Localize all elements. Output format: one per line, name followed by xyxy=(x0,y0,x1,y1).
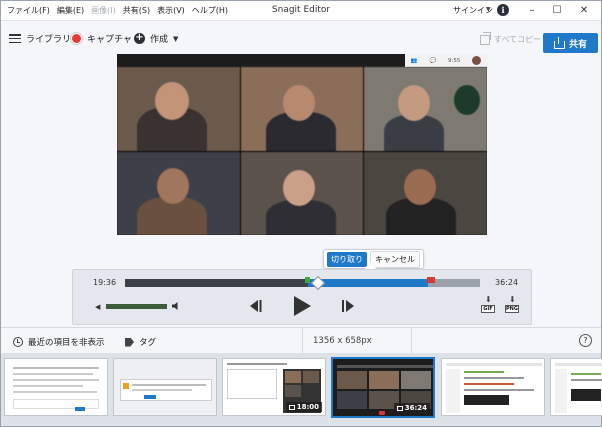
library-label: ライブラリ xyxy=(26,35,72,45)
participant-tile xyxy=(364,151,487,235)
download-icon: ⬇ xyxy=(485,295,492,304)
divider xyxy=(411,328,412,354)
video-preview[interactable]: 👥 💬 9:55 xyxy=(117,54,487,235)
after-selection xyxy=(428,279,480,287)
export-gif-button[interactable]: ⬇ GIF xyxy=(481,296,495,314)
create-button[interactable]: + 作成 ▼ xyxy=(134,32,178,45)
video-clock: 9:55 xyxy=(448,57,461,64)
video-duration-badge: 18:00 xyxy=(285,402,322,412)
film-icon xyxy=(288,404,295,410)
cancel-button[interactable]: キャンセル xyxy=(370,250,420,268)
participant-tile xyxy=(117,67,240,151)
participant-tile xyxy=(240,151,364,235)
trim-popover: 切り取り キャンセル xyxy=(323,249,424,269)
tray-thumbnail[interactable]: 18:00 xyxy=(222,358,326,416)
trim-end-handle[interactable] xyxy=(427,277,435,283)
tag-label: タグ xyxy=(139,338,157,348)
previous-frame-icon[interactable] xyxy=(247,299,263,313)
video-player-controls: 19:36 36:24 ◀ ⬇ GIF ⬇ PNG xyxy=(72,269,532,325)
create-label: 作成 xyxy=(150,35,169,45)
status-bar: 最近の項目を非表示 タグ 1356 x 658px ? xyxy=(1,327,601,354)
start-time: 19:36 xyxy=(93,278,117,287)
tag-button[interactable]: タグ xyxy=(125,336,156,348)
participant-tile xyxy=(117,151,240,235)
participant-tile xyxy=(364,67,487,151)
info-icon[interactable]: i xyxy=(497,4,509,16)
hide-recent-label: 最近の項目を非表示 xyxy=(28,338,105,348)
menu-icon xyxy=(9,34,21,43)
share-button[interactable]: 共有 xyxy=(543,33,598,53)
chat-icon: 💬 xyxy=(429,57,437,64)
main-toolbar: ライブラリ キャプチャ + 作成 ▼ すべてコピー 共有 xyxy=(1,22,601,54)
menu-edit[interactable]: 編集(E) xyxy=(57,5,84,16)
snagit-editor-window: ファイル(F) 編集(E) 画像(I) 共有(S) 表示(V) ヘルプ(H) S… xyxy=(0,0,602,427)
clock-icon xyxy=(13,337,23,347)
image-dimensions: 1356 x 658px xyxy=(313,336,372,346)
video-duration-badge: 36:24 xyxy=(393,403,430,413)
copy-all-label: すべてコピー xyxy=(494,35,542,44)
tray-thumbnail-selected[interactable]: 36:24 xyxy=(331,357,435,418)
help-icon[interactable]: ? xyxy=(579,334,592,347)
chevron-down-icon: ▼ xyxy=(173,34,179,43)
share-icon xyxy=(553,37,565,49)
next-frame-icon[interactable] xyxy=(341,299,357,313)
play-icon[interactable] xyxy=(291,295,313,317)
menu-view[interactable]: 表示(V) xyxy=(157,5,185,16)
tray-thumbnail[interactable] xyxy=(441,358,545,416)
hide-recent-button[interactable]: 最近の項目を非表示 xyxy=(13,336,105,348)
export-png-button[interactable]: ⬇ PNG xyxy=(505,296,519,314)
plus-icon: + xyxy=(134,32,145,44)
recent-captures-tray: 18:00 36:24 xyxy=(1,353,602,426)
record-icon xyxy=(71,33,82,44)
volume-slider[interactable] xyxy=(106,304,167,309)
volume-min-icon: ◀ xyxy=(95,303,101,311)
end-time: 36:24 xyxy=(495,278,519,287)
close-button[interactable]: ✕ xyxy=(575,3,593,19)
cut-button[interactable]: 切り取り xyxy=(327,251,367,267)
duration: 18:00 xyxy=(296,403,319,411)
tray-thumbnail[interactable] xyxy=(4,358,108,416)
library-button[interactable]: ライブラリ xyxy=(9,32,71,45)
menu-file[interactable]: ファイル(F) xyxy=(7,5,50,16)
trim-start-handle[interactable] xyxy=(305,277,310,283)
video-call-topbar: 👥 💬 9:55 xyxy=(405,54,487,67)
participant-grid xyxy=(117,67,487,235)
timeline-track[interactable] xyxy=(125,275,480,291)
video-avatar xyxy=(472,56,482,65)
divider xyxy=(302,328,303,354)
film-icon xyxy=(396,405,403,411)
capture-label: キャプチャ xyxy=(87,35,132,45)
chevron-down-icon[interactable]: ▼ xyxy=(486,6,491,13)
selection-range xyxy=(308,279,428,287)
participants-icon: 👥 xyxy=(410,57,418,64)
share-label: 共有 xyxy=(568,39,587,50)
png-label: PNG xyxy=(505,305,519,313)
copy-icon xyxy=(480,31,491,45)
duration: 36:24 xyxy=(404,404,427,412)
menu-bar: ファイル(F) 編集(E) 画像(I) 共有(S) 表示(V) ヘルプ(H) xyxy=(7,5,228,16)
participant-tile xyxy=(240,67,364,151)
copy-all-button[interactable]: すべてコピー xyxy=(480,31,542,45)
minimize-button[interactable]: – xyxy=(523,3,541,19)
capture-button[interactable]: キャプチャ xyxy=(71,32,132,45)
menu-help[interactable]: ヘルプ(H) xyxy=(192,5,228,16)
tray-thumbnail[interactable] xyxy=(113,358,217,416)
title-bar: ファイル(F) 編集(E) 画像(I) 共有(S) 表示(V) ヘルプ(H) S… xyxy=(1,1,601,21)
download-icon: ⬇ xyxy=(509,295,516,304)
tray-thumbnail[interactable] xyxy=(550,358,602,416)
tag-icon xyxy=(125,337,134,347)
maximize-button[interactable]: ☐ xyxy=(548,3,566,19)
gif-label: GIF xyxy=(481,305,495,313)
menu-image: 画像(I) xyxy=(91,6,116,15)
menu-share[interactable]: 共有(S) xyxy=(123,5,150,16)
speaker-icon[interactable] xyxy=(171,301,181,311)
